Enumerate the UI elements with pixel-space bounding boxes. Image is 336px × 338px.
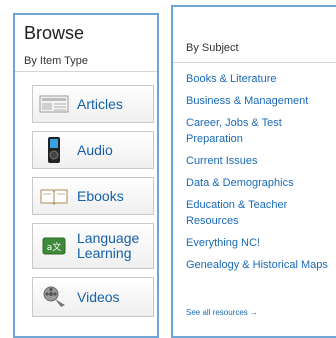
- see-all-resources-link[interactable]: See all resources →: [186, 308, 258, 317]
- articles-label: Articles: [77, 95, 123, 112]
- subject-link[interactable]: Everything NC!: [186, 235, 336, 251]
- browse-title: Browse: [24, 23, 85, 43]
- articles-button[interactable]: Articles: [32, 85, 154, 123]
- language-learning-button[interactable]: a文 Language Learning: [32, 223, 154, 269]
- subject-title: By Subject: [186, 42, 239, 54]
- open-book-icon: [37, 187, 71, 205]
- subject-panel: By Subject Books & Literature Business &…: [171, 5, 336, 338]
- subject-link[interactable]: Books & Literature: [186, 71, 336, 87]
- subject-link[interactable]: Data & Demographics: [186, 175, 336, 191]
- media-player-icon: [37, 136, 71, 164]
- audio-button[interactable]: Audio: [32, 131, 154, 169]
- subject-link[interactable]: Education & Teacher Resources: [186, 197, 316, 229]
- ebooks-label: Ebooks: [77, 187, 124, 204]
- language-icon: a文: [37, 237, 71, 255]
- ebooks-button[interactable]: Ebooks: [32, 177, 154, 215]
- browse-subtitle: By Item Type: [24, 55, 88, 67]
- subject-link[interactable]: Business & Management: [186, 93, 336, 109]
- language-learning-label: Language Learning: [77, 230, 140, 261]
- divider: [173, 62, 336, 63]
- film-reel-icon: [37, 285, 71, 309]
- videos-button[interactable]: Videos: [32, 277, 154, 317]
- divider: [15, 71, 157, 72]
- subject-list: Books & Literature Business & Management…: [186, 71, 336, 279]
- subject-link[interactable]: Genealogy & Historical Maps: [186, 257, 336, 273]
- svg-text:a文: a文: [47, 241, 62, 253]
- browse-panel: Browse By Item Type Articles Audio Ebook…: [13, 13, 159, 338]
- newspaper-icon: [37, 94, 71, 114]
- subject-link[interactable]: Career, Jobs & Test Preparation: [186, 115, 316, 147]
- subject-link[interactable]: Current Issues: [186, 153, 336, 169]
- videos-label: Videos: [77, 288, 120, 305]
- audio-label: Audio: [77, 141, 113, 158]
